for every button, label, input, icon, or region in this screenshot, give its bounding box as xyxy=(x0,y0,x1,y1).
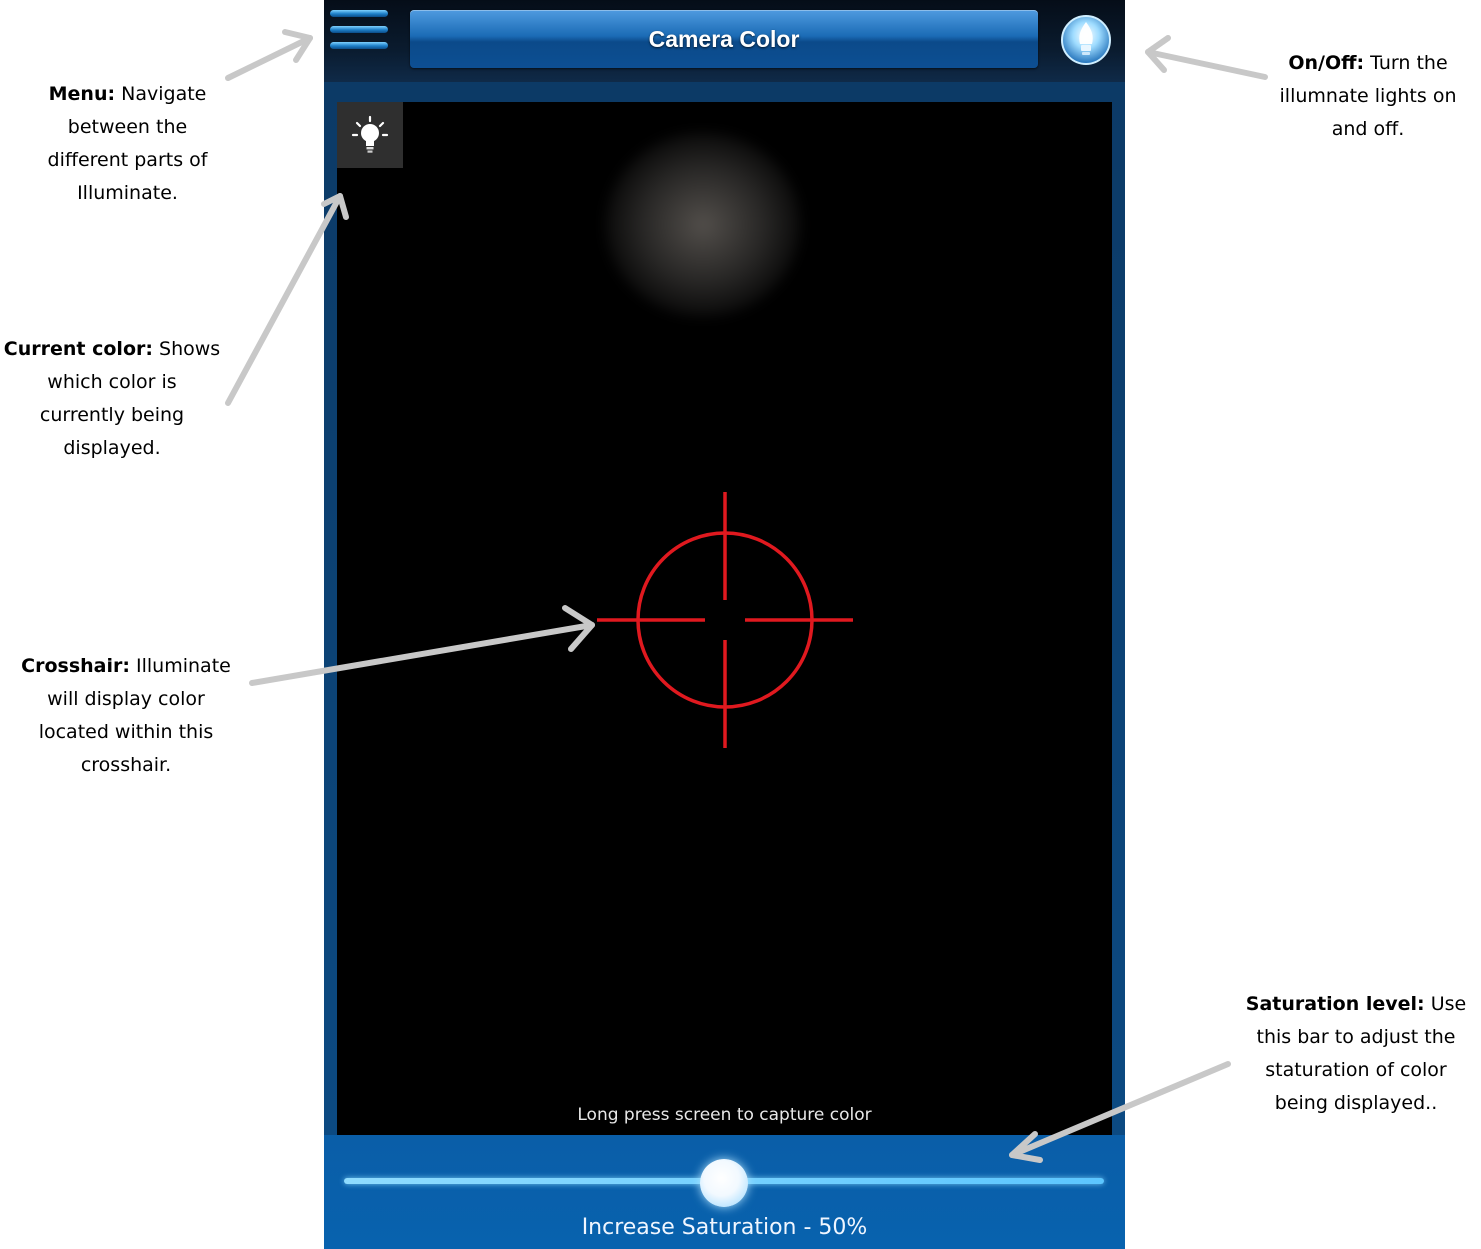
power-button[interactable] xyxy=(1060,14,1112,66)
crosshair-annotation-line: Illuminate xyxy=(136,655,231,677)
current-color-annotation-line: displayed. xyxy=(63,437,161,459)
slider-thumb[interactable] xyxy=(700,1159,748,1207)
saturation-annotation-label: Saturation level: xyxy=(1245,993,1425,1015)
menu-annotation-line: Navigate xyxy=(121,83,207,105)
crosshair-annotation-line: located within this xyxy=(38,721,214,743)
crosshair-annotation-line: will display color xyxy=(47,688,205,710)
capture-hint: Long press screen to capture color xyxy=(577,1105,872,1125)
crosshair-annotation-label: Crosshair: xyxy=(21,655,130,677)
current-color-annotation: Current color: Shows which color is curr… xyxy=(2,333,222,465)
onoff-annotation-line: Turn the xyxy=(1370,52,1448,74)
onoff-annotation-line: and off. xyxy=(1331,118,1405,140)
saturation-panel: Increase Saturation - 50% xyxy=(324,1135,1125,1249)
crosshair-annotation: Crosshair: Illuminate will display color… xyxy=(14,650,238,782)
camera-frame: Long press screen to capture color xyxy=(324,82,1125,1135)
current-color-annotation-line: Shows xyxy=(159,338,221,360)
current-color-annotation-label: Current color: xyxy=(3,338,153,360)
onoff-annotation: On/Off: Turn the illumnate lights on and… xyxy=(1258,47,1478,146)
camera-preview[interactable]: Long press screen to capture color xyxy=(337,102,1112,1135)
crosshair-annotation-line: crosshair. xyxy=(80,754,172,776)
crosshair xyxy=(597,492,853,748)
bulb-power-icon xyxy=(1061,15,1111,65)
lightbulb-icon xyxy=(351,115,389,153)
menu-annotation-line: Illuminate. xyxy=(77,182,178,204)
current-color-annotation-line: currently being xyxy=(39,404,185,426)
menu-button[interactable] xyxy=(324,4,394,70)
current-color-indicator[interactable] xyxy=(337,102,403,168)
saturation-annotation-line: Use xyxy=(1430,993,1467,1015)
saturation-slider[interactable] xyxy=(344,1159,1104,1207)
onoff-annotation-line: illumnate lights on xyxy=(1279,85,1457,107)
onoff-annotation-label: On/Off: xyxy=(1288,52,1365,74)
menu-annotation-line: different parts of xyxy=(47,149,208,171)
onoff-arrow xyxy=(1145,35,1268,80)
saturation-annotation: Saturation level: Use this bar to adjust… xyxy=(1236,988,1476,1120)
menu-annotation-line: between the xyxy=(67,116,188,138)
page-title: Camera Color xyxy=(648,25,800,52)
saturation-label: Increase Saturation - 50% xyxy=(581,1215,868,1240)
menu-annotation: Menu: Navigate between the different par… xyxy=(20,78,235,210)
camera-light-blob xyxy=(605,132,801,317)
menu-annotation-label: Menu: xyxy=(48,83,116,105)
menu-arrow xyxy=(225,29,313,81)
action-bar: Camera Color xyxy=(324,0,1125,82)
saturation-annotation-line: being displayed.. xyxy=(1274,1092,1438,1114)
saturation-annotation-line: staturation of color xyxy=(1265,1059,1447,1081)
saturation-annotation-line: this bar to adjust the xyxy=(1256,1026,1456,1048)
app-screen: Camera Color Long press screen to captur… xyxy=(324,0,1125,1249)
current-color-annotation-line: which color is xyxy=(47,371,177,393)
title-bar: Camera Color xyxy=(410,10,1038,68)
